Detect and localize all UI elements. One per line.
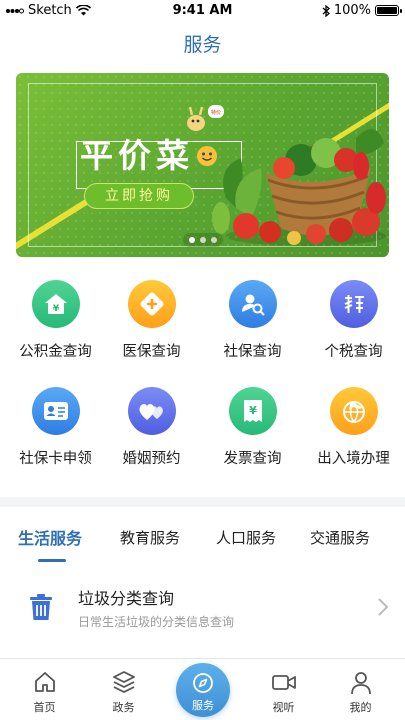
section-divider (0, 497, 405, 507)
service-tax[interactable]: 个税查询 (303, 280, 404, 361)
battery-fill (377, 7, 397, 14)
housing-fund-icon: ¥ (31, 280, 80, 328)
battery-icon (375, 5, 402, 16)
tabbar-item-profile[interactable]: 我的 (320, 659, 401, 720)
svg-text:¥: ¥ (249, 404, 257, 417)
list-item[interactable]: 垃圾分类查询 日常生活垃圾的分类信息查询 (0, 575, 405, 641)
tabbar-item-government[interactable]: 政务 (83, 659, 164, 720)
banner-title: 平价菜 (80, 136, 194, 175)
page-title: 服务 (183, 34, 222, 56)
status-bar: Sketch 9:41 AM 100% (0, 0, 405, 22)
service-label: 出入境办理 (317, 451, 390, 467)
vegetable-basket-image (212, 129, 386, 246)
service-medical-insurance[interactable]: 医保查询 (101, 280, 202, 361)
service-label: 社保卡申领 (19, 451, 92, 467)
tabbar-label: 视听 (272, 701, 295, 714)
service-housing-fund[interactable]: ¥ 公积金查询 (5, 280, 106, 361)
service-label: 个税查询 (324, 344, 383, 360)
service-social-security[interactable]: 社保查询 (202, 280, 303, 361)
chevron-right-icon (378, 598, 389, 616)
trash-icon (30, 594, 52, 620)
service-label: 发票查询 (223, 451, 282, 467)
tab-transport-services[interactable]: 交通服务 (310, 527, 370, 548)
banner-cta-button[interactable]: 立即抢购 (84, 183, 194, 209)
banner-pager (183, 233, 223, 247)
tabbar-item-media[interactable]: 视听 (243, 659, 324, 720)
id-card-icon (31, 387, 80, 435)
category-tabs: 生活服务 教育服务 人口服务 交通服务 (0, 523, 405, 563)
battery-percent: 100% (333, 3, 371, 18)
home-icon (34, 672, 55, 692)
pager-dot[interactable] (200, 237, 206, 243)
tabbar-label: 政务 (112, 701, 135, 714)
tabbar-label: 我的 (349, 701, 372, 714)
layers-icon (112, 671, 135, 694)
tab-education-services[interactable]: 教育服务 (120, 527, 180, 548)
service-marriage[interactable]: 婚姻预约 (101, 387, 202, 468)
service-immigration[interactable]: 出入境办理 (303, 387, 404, 468)
user-icon (350, 672, 371, 695)
tabbar-item-home[interactable]: 首页 (4, 659, 85, 720)
hearts-icon (127, 387, 176, 435)
plane-globe-icon (329, 387, 378, 435)
social-security-search-icon (228, 280, 277, 328)
service-label: 社保查询 (223, 344, 282, 360)
service-label: 公积金查询 (19, 344, 92, 360)
tabbar-label: 服务 (192, 699, 214, 712)
tab-active-indicator (38, 559, 66, 562)
tab-life-services[interactable]: 生活服务 (18, 525, 82, 549)
svg-text:¥: ¥ (52, 304, 59, 314)
status-right: 100% (322, 3, 402, 18)
tax-icon (329, 280, 378, 328)
video-icon (271, 675, 296, 690)
medical-insurance-icon (127, 280, 176, 328)
bluetooth-icon (322, 4, 330, 17)
list-item-subtitle: 日常生活垃圾的分类信息查询 (78, 615, 235, 629)
tabbar-label: 首页 (33, 701, 56, 714)
service-label: 医保查询 (122, 344, 181, 360)
pager-dot[interactable] (211, 237, 217, 243)
list-item-title: 垃圾分类查询 (78, 589, 175, 608)
tab-population-services[interactable]: 人口服务 (216, 527, 276, 548)
promo-banner[interactable]: 平价菜 特价 立即抢购 (16, 73, 389, 257)
service-label: 婚姻预约 (122, 451, 181, 467)
pager-dot[interactable] (189, 237, 195, 243)
service-social-card[interactable]: 社保卡申领 (5, 387, 106, 468)
invoice-icon: ¥ (228, 387, 277, 435)
service-invoice[interactable]: ¥ 发票查询 (202, 387, 303, 468)
compass-icon (193, 673, 213, 693)
